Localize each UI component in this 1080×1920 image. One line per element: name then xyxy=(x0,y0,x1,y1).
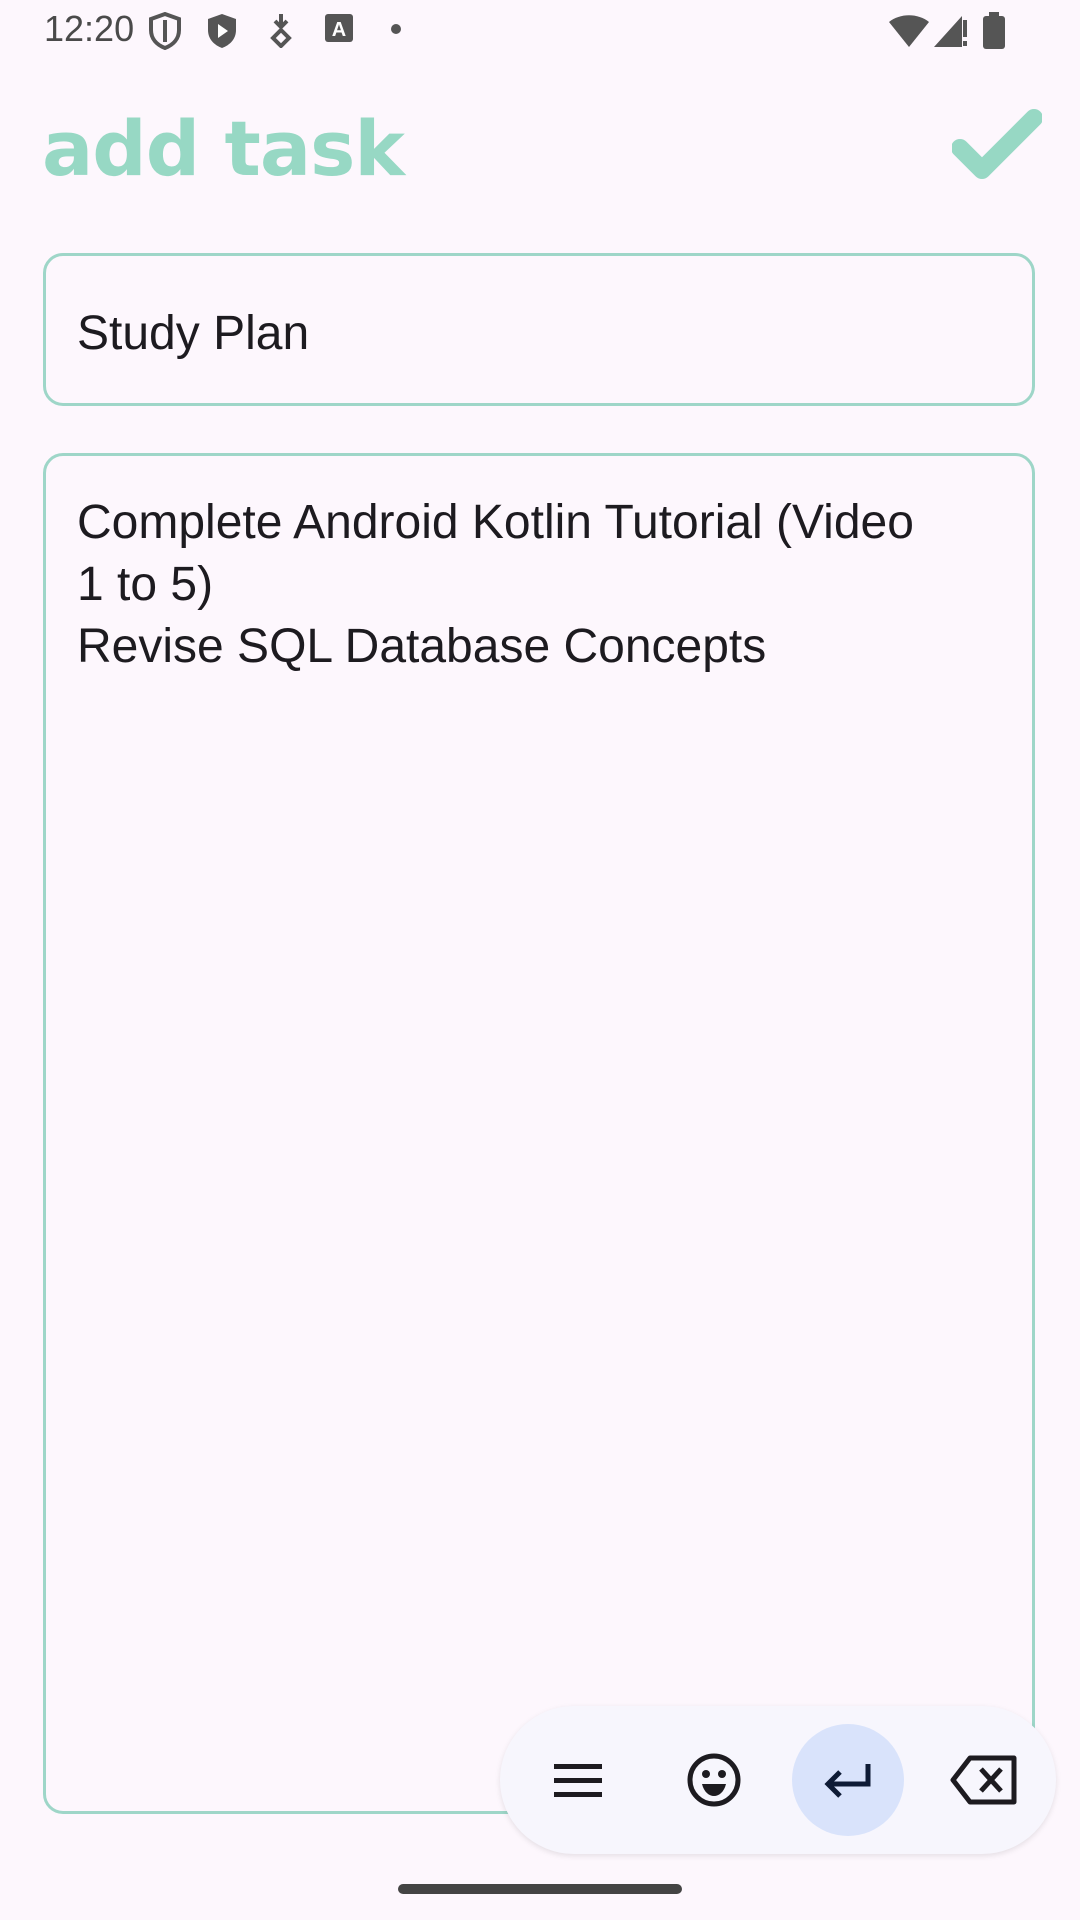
description-line: Complete Android Kotlin Tutorial (Video xyxy=(77,496,914,549)
description-line: Revise SQL Database Concepts xyxy=(77,620,767,673)
page-title: add task xyxy=(42,104,405,193)
download-icon xyxy=(270,14,292,48)
cell-signal-icon xyxy=(934,16,967,47)
floating-keyboard-toolbar xyxy=(500,1706,1056,1854)
enter-icon xyxy=(824,1764,871,1798)
svg-text:A: A xyxy=(332,19,346,41)
status-bar: 12:20 A xyxy=(0,0,1080,62)
checkmark-icon xyxy=(951,109,1043,179)
font-a-icon: A xyxy=(325,14,353,42)
keyboard-menu-button[interactable] xyxy=(522,1724,634,1836)
menu-icon xyxy=(554,1764,602,1797)
save-task-button[interactable] xyxy=(951,108,1043,184)
description-line: 1 to 5) xyxy=(77,558,214,611)
shield-outline-icon xyxy=(149,12,181,50)
backspace-button[interactable] xyxy=(928,1724,1040,1836)
battery-icon xyxy=(983,12,1005,49)
wifi-icon xyxy=(889,15,929,47)
gesture-nav-bar[interactable] xyxy=(398,1884,682,1894)
emoji-icon xyxy=(687,1753,741,1807)
emoji-button[interactable] xyxy=(658,1724,770,1836)
enter-button[interactable] xyxy=(792,1724,904,1836)
task-title-field[interactable]: Study Plan xyxy=(43,253,1035,406)
status-time: 12:20 xyxy=(44,8,135,49)
task-title-value: Study Plan xyxy=(77,307,310,360)
dot-icon xyxy=(391,24,401,34)
backspace-icon xyxy=(950,1755,1017,1805)
shield-play-icon xyxy=(208,14,236,48)
task-description-field[interactable]: Complete Android Kotlin Tutorial (Video … xyxy=(43,453,1035,1814)
